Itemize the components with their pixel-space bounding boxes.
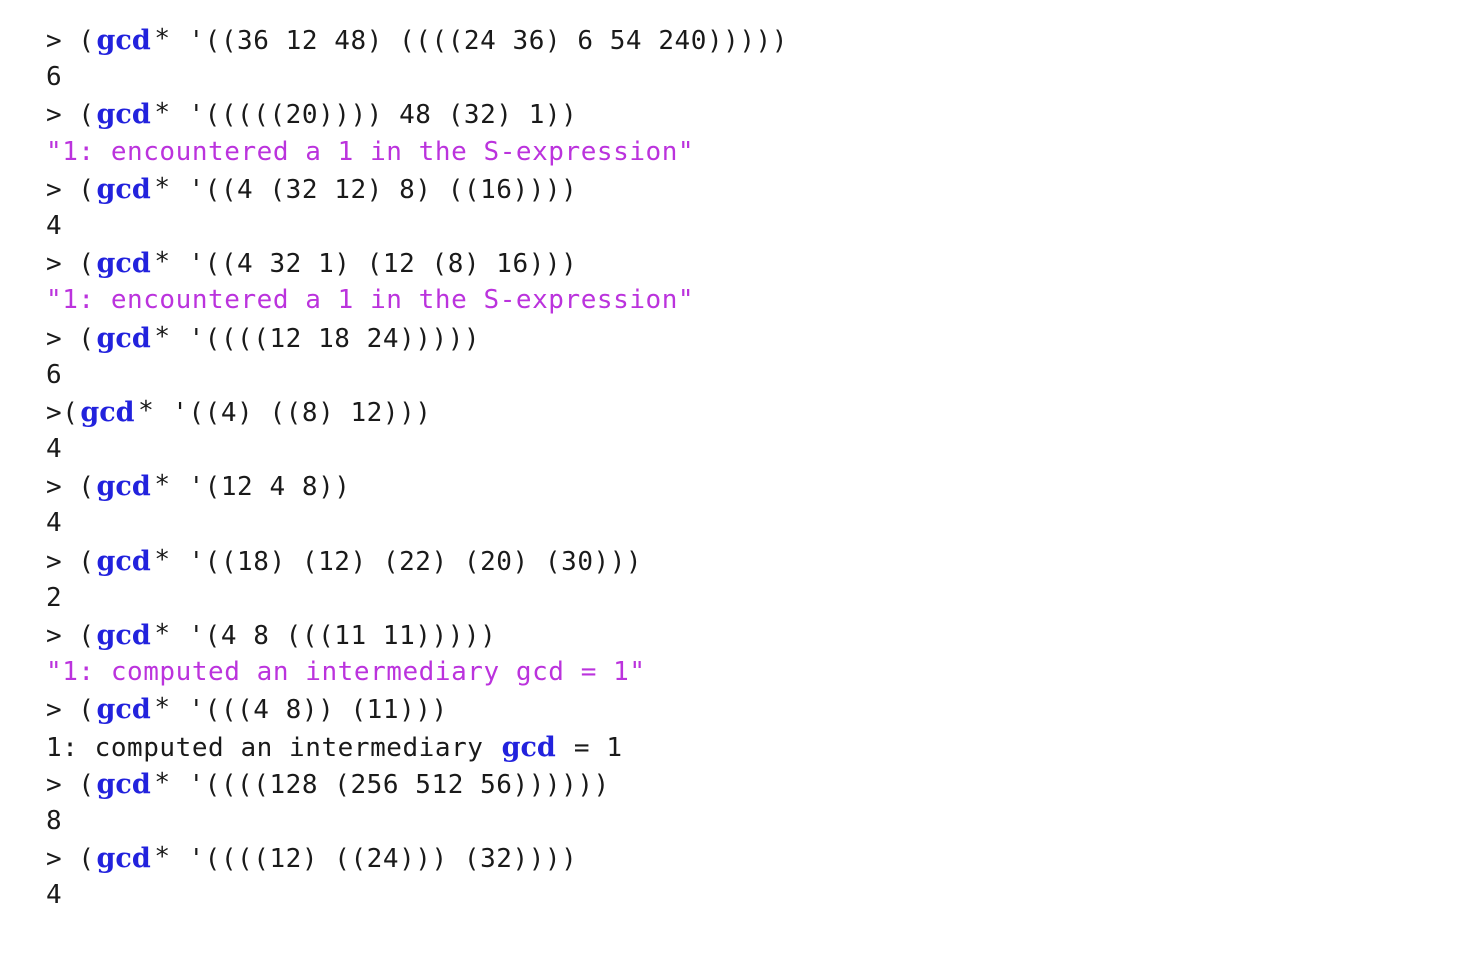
sexpression-argument: '(((((20)))) 48 (32) 1)) [172, 100, 578, 131]
result-value: 2 [46, 582, 63, 613]
repl-input-line: > (gcd * '((4 (32 12) 8) ((16)))) [46, 171, 1446, 208]
repl-result-line: 4 [46, 877, 1446, 914]
repl-input-line: > (gcd * '((((128 (256 512 56)))))) [46, 766, 1446, 803]
result-value: 4 [46, 508, 63, 539]
sexpression-argument: '((((12 18 24))))) [172, 323, 481, 354]
result-value: 4 [46, 880, 63, 911]
gcd-identifier: gcd [96, 248, 151, 280]
repl-input-line: > (gcd * '((18) (12) (22) (20) (30))) [46, 543, 1446, 580]
repl-input-line: > (gcd * '(((((20)))) 48 (32) 1)) [46, 96, 1446, 133]
gcd-identifier: gcd [96, 694, 151, 726]
open-paren: ( [78, 26, 95, 56]
sexpression-argument: '((((12) ((24))) (32)))) [172, 844, 578, 875]
star-glyph: * [138, 395, 155, 426]
open-paren: ( [78, 769, 95, 800]
repl-prompt: > [46, 472, 79, 503]
star-glyph: * [154, 172, 171, 203]
open-paren: ( [78, 844, 95, 875]
open-paren: ( [78, 695, 95, 726]
result-value: 4 [46, 210, 63, 241]
sexpression-argument: '((((128 (256 512 56)))))) [172, 769, 610, 800]
gcd-identifier: gcd [96, 322, 151, 354]
repl-prompt: > [46, 844, 79, 875]
output-message-before: 1: computed an intermediary [46, 732, 500, 763]
open-paren: ( [78, 546, 95, 577]
star-glyph: * [154, 693, 171, 724]
repl-prompt: > [46, 621, 79, 651]
repl-prompt: > [46, 26, 79, 56]
star-glyph: * [154, 619, 171, 649]
repl-input-line: > (gcd * '((((12) ((24))) (32)))) [46, 840, 1446, 877]
repl-result-line: 4 [46, 505, 1446, 542]
repl-result-line: 6 [46, 357, 1446, 394]
repl-prompt: > [46, 546, 79, 577]
repl-prompt: > [46, 769, 79, 800]
output-string-text: "1: computed an intermediary gcd = 1" [46, 657, 646, 688]
gcd-identifier: gcd [96, 843, 151, 875]
repl-prompt: > [46, 249, 79, 280]
repl-prompt: > [46, 695, 79, 726]
star-glyph: * [154, 842, 171, 873]
sexpression-argument: '((36 12 48) ((((24 36) 6 54 240))))) [172, 26, 788, 56]
star-glyph: * [154, 767, 171, 798]
repl-input-line: > (gcd * '((((12 18 24))))) [46, 320, 1446, 357]
repl-output-message-line: 1: computed an intermediary gcd = 1 [46, 729, 1446, 766]
repl-transcript: > (gcd * '((36 12 48) ((((24 36) 6 54 240… [46, 22, 1446, 915]
gcd-identifier: gcd [96, 768, 151, 800]
repl-result-line: 4 [46, 431, 1446, 468]
sexpression-argument: '((18) (12) (22) (20) (30))) [172, 546, 643, 577]
open-paren: ( [62, 397, 79, 428]
repl-result-line: 6 [46, 59, 1446, 96]
open-paren: ( [78, 621, 95, 651]
star-glyph: * [154, 544, 171, 575]
repl-prompt: > [46, 100, 79, 131]
repl-result-line: 8 [46, 803, 1446, 840]
sexpression-argument: '((4 32 1) (12 (8) 16))) [172, 249, 578, 280]
open-paren: ( [78, 472, 95, 503]
repl-input-line: > (gcd * '((4 32 1) (12 (8) 16))) [46, 245, 1446, 282]
sexpression-argument: '(4 8 (((11 11))))) [172, 621, 497, 651]
repl-result-line: 4 [46, 208, 1446, 245]
open-paren: ( [78, 249, 95, 280]
open-paren: ( [78, 174, 95, 205]
gcd-identifier: gcd [96, 173, 151, 205]
repl-output-string-line: "1: computed an intermediary gcd = 1" [46, 654, 1446, 691]
gcd-identifier: gcd [501, 731, 556, 763]
star-glyph: * [154, 247, 171, 278]
repl-input-line: > (gcd * '(12 4 8)) [46, 468, 1446, 505]
output-message-after: = 1 [557, 732, 623, 763]
star-glyph: * [154, 24, 171, 54]
repl-result-line: 2 [46, 580, 1446, 617]
star-glyph: * [154, 470, 171, 501]
result-value: 6 [46, 359, 63, 390]
star-glyph: * [154, 321, 171, 352]
gcd-identifier: gcd [96, 620, 151, 651]
star-glyph: * [154, 98, 171, 129]
result-value: 8 [46, 805, 63, 836]
repl-input-line: >(gcd * '((4) ((8) 12))) [46, 394, 1446, 431]
gcd-identifier: gcd [96, 25, 151, 56]
sexpression-argument: '(12 4 8)) [172, 472, 351, 503]
result-value: 6 [46, 62, 63, 93]
gcd-identifier: gcd [80, 396, 135, 428]
output-string-text: "1: encountered a 1 in the S-expression" [46, 136, 695, 167]
sexpression-argument: '((4 (32 12) 8) ((16)))) [172, 174, 578, 205]
repl-input-line: > (gcd * '((36 12 48) ((((24 36) 6 54 240… [46, 22, 1446, 59]
repl-prompt: > [46, 174, 79, 205]
gcd-identifier: gcd [96, 545, 151, 577]
sexpression-argument: '((4) ((8) 12))) [156, 397, 432, 428]
repl-output-string-line: "1: encountered a 1 in the S-expression" [46, 282, 1446, 319]
repl-output-string-line: "1: encountered a 1 in the S-expression" [46, 134, 1446, 171]
output-string-text: "1: encountered a 1 in the S-expression" [46, 285, 695, 316]
repl-prompt: > [46, 397, 63, 428]
open-paren: ( [78, 323, 95, 354]
repl-input-line: > (gcd * '(4 8 (((11 11))))) [46, 617, 1446, 654]
open-paren: ( [78, 100, 95, 131]
sexpression-argument: '(((4 8)) (11))) [172, 695, 448, 726]
gcd-identifier: gcd [96, 471, 151, 503]
repl-prompt: > [46, 323, 79, 354]
gcd-identifier: gcd [96, 99, 151, 131]
repl-input-line: > (gcd * '(((4 8)) (11))) [46, 691, 1446, 728]
result-value: 4 [46, 434, 63, 465]
